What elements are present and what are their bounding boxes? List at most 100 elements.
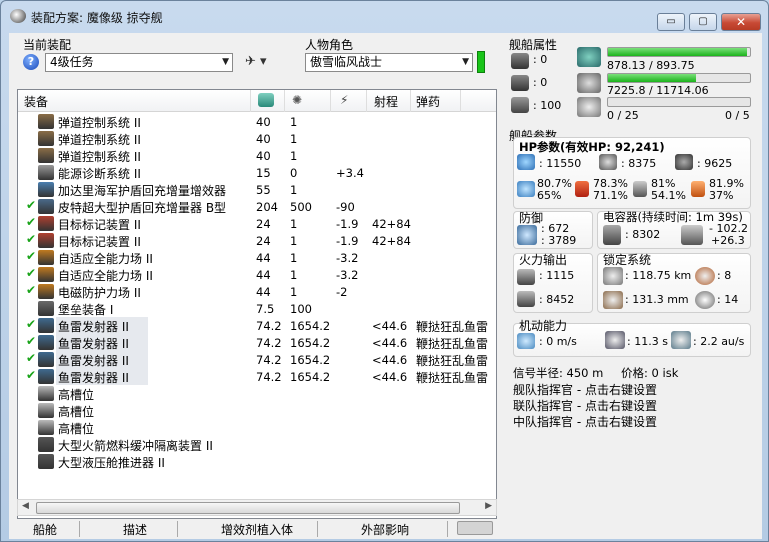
table-row[interactable]: 高槽位: [18, 385, 496, 402]
active-check-icon[interactable]: ✔: [26, 232, 36, 246]
help-icon[interactable]: ?: [23, 54, 39, 70]
scan-resolution-icon: [603, 291, 623, 309]
lock-range: : 118.75 km: [625, 269, 692, 282]
module-name: 鱼雷发射器 II: [58, 320, 129, 334]
empty-high-slot-icon: [38, 403, 54, 418]
module-name: 堡垒装备 I: [58, 303, 114, 317]
fitting-select[interactable]: 4级任务 ▼: [45, 53, 233, 72]
module-name: 皮特超大型护盾回充增量器 B型: [58, 201, 227, 215]
cpu-icon: [577, 47, 601, 67]
calibration-value: 0 / 25: [607, 109, 639, 122]
table-row[interactable]: 弹道控制系统 II 40 1: [18, 130, 496, 147]
maximize-button[interactable]: ▢: [689, 13, 717, 31]
fitting-tools-icon[interactable]: ✈ ▾: [245, 54, 267, 69]
cpu-column-icon[interactable]: [258, 93, 274, 107]
module-power: 1: [290, 285, 298, 299]
module-name: 自适应全能力场 II: [58, 269, 153, 283]
module-cpu: 44: [256, 285, 271, 299]
dps-value: : 1115: [539, 269, 575, 282]
tab-hold[interactable]: 船舱: [33, 521, 57, 538]
tab-description[interactable]: 描述: [123, 521, 147, 538]
minimize-button[interactable]: ▭: [657, 13, 685, 31]
scroll-right-icon[interactable]: ▶: [485, 501, 492, 511]
wing-commander[interactable]: 联队指挥官 - 点击右键设置: [513, 397, 657, 414]
module-ammo: 鞭挞狂乱鱼雷: [416, 320, 489, 334]
module-cpu: 74.2: [256, 336, 282, 350]
table-row[interactable]: 高槽位: [18, 419, 496, 436]
table-row[interactable]: ✔ 鱼雷发射器 II 74.2 1654.2 <44.6 鞭挞狂乱鱼雷: [18, 351, 496, 368]
powergrid-value: 7225.8 / 11714.06: [607, 84, 709, 97]
table-row[interactable]: ✔ 鱼雷发射器 II 74.2 1654.2 <44.6 鞭挞狂乱鱼雷: [18, 368, 496, 385]
shield-icon: [517, 154, 535, 170]
title-bar[interactable]: 装配方案: 魔像级 掠夺舰 ▭ ▢ ✕: [1, 1, 768, 31]
close-button[interactable]: ✕: [721, 13, 761, 31]
module-power: 1654.2: [290, 336, 331, 350]
module-name: 鱼雷发射器 II: [58, 337, 129, 351]
table-row[interactable]: 加达里海军护盾回充增量增效器 55 1: [18, 181, 496, 198]
hull-hp: : 9625: [697, 157, 733, 170]
module-cpu: 15: [256, 166, 271, 180]
explosive-resist-2: 37%: [709, 189, 734, 202]
defense-value-2: : 3789: [541, 234, 577, 247]
kinetic-resist-icon: [633, 181, 647, 197]
equipment-list[interactable]: 装备 ✺ ⚡ 射程 弹药 弹道控制系统 II 40 1 弹道控制系统 II 40 1 弹道控…: [17, 89, 497, 519]
active-check-icon[interactable]: ✔: [26, 215, 36, 229]
active-check-icon[interactable]: ✔: [26, 249, 36, 263]
col-range[interactable]: 射程: [374, 93, 398, 110]
table-row[interactable]: 高槽位: [18, 402, 496, 419]
turret-hardpoint-icon: [511, 53, 529, 69]
scroll-left-icon[interactable]: ◀: [22, 501, 29, 511]
bastion-module-icon: [38, 301, 54, 316]
module-power: 500: [290, 200, 312, 214]
squad-commander[interactable]: 中队指挥官 - 点击右键设置: [513, 413, 657, 430]
col-ammo[interactable]: 弹药: [416, 93, 440, 110]
active-check-icon[interactable]: ✔: [26, 283, 36, 297]
scan-resolution: : 131.3 mm: [625, 293, 689, 306]
table-row[interactable]: 大型液压舱推进器 II: [18, 453, 496, 470]
tab-external-effects[interactable]: 外部影响: [361, 521, 409, 538]
firepower-label: 火力输出: [519, 253, 568, 267]
table-row[interactable]: ✔ 自适应全能力场 II 44 1 -3.2: [18, 249, 496, 266]
fleet-commander[interactable]: 舰队指挥官 - 点击右键设置: [513, 381, 657, 398]
ship-panel: 舰船属性 : 0 : 0 : 100 878.13 / 893.75 7225.…: [503, 33, 759, 539]
module-cpu: 44: [256, 268, 271, 282]
character-select[interactable]: 傲雪临风战士 ▼: [305, 53, 473, 72]
table-row[interactable]: ✔ 目标标记装置 II 24 1 -1.9 42+84: [18, 232, 496, 249]
table-row[interactable]: 大型火箭燃料缓冲隔离装置 II: [18, 436, 496, 453]
module-name: 电磁防护力场 II: [58, 286, 141, 300]
launcher-hardpoints: : 0: [533, 76, 548, 89]
horizontal-scrollbar[interactable]: ◀ ▶: [17, 499, 497, 516]
table-row[interactable]: 堡垒装备 I 7.5 100: [18, 300, 496, 317]
table-row[interactable]: ✔ 目标标记装置 II 24 1 -1.9 42+84: [18, 215, 496, 232]
more-tabs-button[interactable]: [457, 521, 493, 535]
table-row[interactable]: 弹道控制系统 II 40 1: [18, 147, 496, 164]
navigation-label: 机动能力: [519, 319, 568, 333]
table-row[interactable]: ✔ 皮特超大型护盾回充增量器 B型 204 500 -90: [18, 198, 496, 215]
kinetic-resist-2: 54.1%: [651, 189, 686, 202]
table-row[interactable]: ✔ 鱼雷发射器 II 74.2 1654.2 <44.6 鞭挞狂乱鱼雷: [18, 334, 496, 351]
active-check-icon[interactable]: ✔: [26, 351, 36, 365]
client-area: 当前装配 ? 4级任务 ▼ ✈ ▾ 人物角色 傲雪临风战士 ▼ 装备 ✺ ⚡ 射…: [9, 33, 762, 539]
cap-column-icon[interactable]: ⚡: [340, 93, 356, 107]
table-row[interactable]: ✔ 自适应全能力场 II 44 1 -3.2: [18, 266, 496, 283]
col-equipment[interactable]: 装备: [24, 93, 48, 110]
tab-implants[interactable]: 增效剂植入体: [221, 521, 293, 538]
velocity-value: : 0 m/s: [539, 335, 577, 348]
table-row[interactable]: 能源诊断系统 II 15 0 +3.4: [18, 164, 496, 181]
table-row[interactable]: 弹道控制系统 II 40 1: [18, 113, 496, 130]
module-power: 1: [290, 149, 298, 163]
bottom-tabs: 船舱 描述 增效剂植入体 外部影响: [17, 519, 497, 539]
active-check-icon[interactable]: ✔: [26, 198, 36, 212]
active-check-icon[interactable]: ✔: [26, 317, 36, 331]
active-check-icon[interactable]: ✔: [26, 368, 36, 382]
active-check-icon[interactable]: ✔: [26, 334, 36, 348]
power-column-icon[interactable]: ✺: [292, 93, 308, 107]
active-check-icon[interactable]: ✔: [26, 266, 36, 280]
align-time-value: : 11.3 s: [627, 335, 668, 348]
table-row[interactable]: ✔ 电磁防护力场 II 44 1 -2: [18, 283, 496, 300]
table-row[interactable]: ✔ 鱼雷发射器 II 74.2 1654.2 <44.6 鞭挞狂乱鱼雷: [18, 317, 496, 334]
module-name: 能源诊断系统 II: [58, 167, 141, 181]
module-range: <44.6: [372, 353, 408, 367]
invulnerability-field-icon: [38, 267, 54, 282]
scroll-thumb[interactable]: [36, 502, 460, 514]
